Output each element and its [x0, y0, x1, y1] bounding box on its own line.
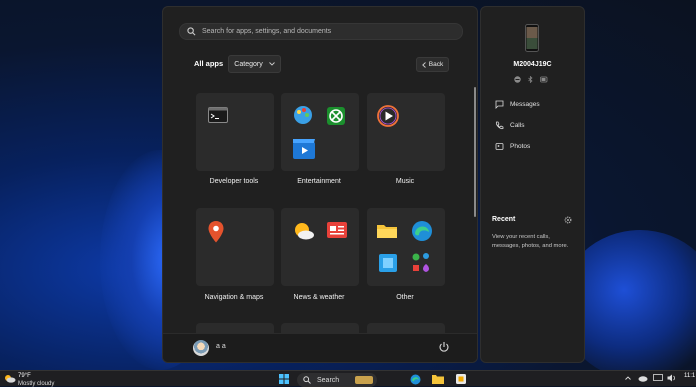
- phone-device-icon: [525, 24, 539, 52]
- start-menu: Search for apps, settings, and documents…: [162, 6, 478, 363]
- tile-label-news-weather: News & weather: [293, 294, 345, 301]
- phone-link-panel: M2004J19C Messages Calls Photos Recent V…: [480, 6, 585, 363]
- back-button[interactable]: Back: [416, 57, 449, 72]
- taskbar: 79°F Mostly cloudy Search 11:1: [0, 370, 696, 387]
- taskbar-clock[interactable]: 11:1: [684, 373, 695, 379]
- calls-label: Calls: [510, 122, 525, 129]
- phone-link-photos[interactable]: Photos: [495, 142, 530, 151]
- battery-icon: [540, 76, 548, 83]
- back-label: Back: [428, 61, 444, 68]
- power-icon[interactable]: [438, 341, 450, 353]
- tile-label-entertainment: Entertainment: [297, 178, 341, 185]
- phone-link-messages[interactable]: Messages: [495, 100, 540, 109]
- phone-icon: [495, 121, 504, 130]
- network-icon[interactable]: [653, 374, 663, 382]
- messages-label: Messages: [510, 101, 540, 108]
- movies-tv-icon: [293, 139, 315, 159]
- store-taskbar-icon[interactable]: [456, 374, 466, 384]
- do-not-disturb-icon: [514, 76, 521, 83]
- device-status-icons: [514, 76, 548, 83]
- cloud-icon[interactable]: [638, 374, 648, 382]
- chevron-left-icon: [421, 61, 426, 68]
- search-icon: [303, 376, 311, 384]
- tile-label-other: Other: [396, 294, 414, 301]
- user-name[interactable]: a a: [216, 343, 226, 350]
- edge-icon: [412, 221, 432, 241]
- news-icon: [327, 222, 347, 238]
- file-explorer-icon: [377, 225, 397, 238]
- start-search-box[interactable]: Search for apps, settings, and documents: [179, 23, 463, 40]
- scrollbar[interactable]: [474, 87, 476, 217]
- device-name: M2004J19C: [513, 61, 552, 68]
- chevron-up-icon[interactable]: [625, 376, 631, 380]
- phone-link-calls[interactable]: Calls: [495, 121, 524, 130]
- gear-icon[interactable]: [564, 216, 572, 224]
- tile-other[interactable]: [367, 208, 445, 286]
- photos-icon: [495, 143, 504, 150]
- all-apps-title: All apps: [194, 59, 224, 68]
- weather-cloud-icon[interactable]: [4, 374, 16, 383]
- small-apps-icon: [412, 253, 429, 272]
- media-player-icon: [377, 105, 399, 127]
- category-label: Category: [234, 60, 263, 68]
- message-icon: [495, 100, 504, 109]
- photos-label: Photos: [510, 143, 531, 150]
- paint-icon: [294, 106, 312, 124]
- xbox-icon: [327, 107, 345, 125]
- start-footer: a a: [163, 333, 477, 362]
- store-icon: [379, 254, 397, 272]
- search-placeholder: Search for apps, settings, and documents: [202, 28, 332, 35]
- edge-taskbar-icon[interactable]: [410, 374, 421, 385]
- file-explorer-taskbar-icon[interactable]: [432, 374, 444, 384]
- tile-music[interactable]: [367, 93, 445, 171]
- recent-title: Recent: [492, 216, 516, 223]
- tile-entertainment[interactable]: [281, 93, 359, 171]
- tile-label-developer-tools: Developer tools: [209, 178, 259, 185]
- tile-navigation-maps[interactable]: [196, 208, 274, 286]
- tile-news-weather[interactable]: [281, 208, 359, 286]
- windows-start-icon[interactable]: [279, 374, 289, 384]
- recent-description: View your recent calls, messages, photos…: [492, 234, 569, 249]
- search-icon: [187, 27, 196, 36]
- chevron-down-icon: [268, 62, 275, 66]
- volume-icon[interactable]: [667, 374, 677, 382]
- taskbar-weather-temp[interactable]: 79°F: [18, 373, 31, 379]
- tile-label-navigation-maps: Navigation & maps: [204, 294, 264, 301]
- search-highlight-icon: [355, 376, 373, 384]
- tile-developer-tools[interactable]: [196, 93, 274, 171]
- bluetooth-icon: [528, 76, 533, 83]
- maps-pin-icon: [208, 221, 224, 243]
- category-dropdown[interactable]: Category: [228, 55, 281, 73]
- terminal-icon: [208, 107, 228, 123]
- taskbar-weather-desc[interactable]: Mostly cloudy: [18, 381, 54, 387]
- avatar[interactable]: [193, 340, 209, 356]
- weather-icon: [295, 223, 314, 240]
- taskbar-search-label: Search: [317, 376, 340, 384]
- tile-label-music: Music: [395, 178, 415, 185]
